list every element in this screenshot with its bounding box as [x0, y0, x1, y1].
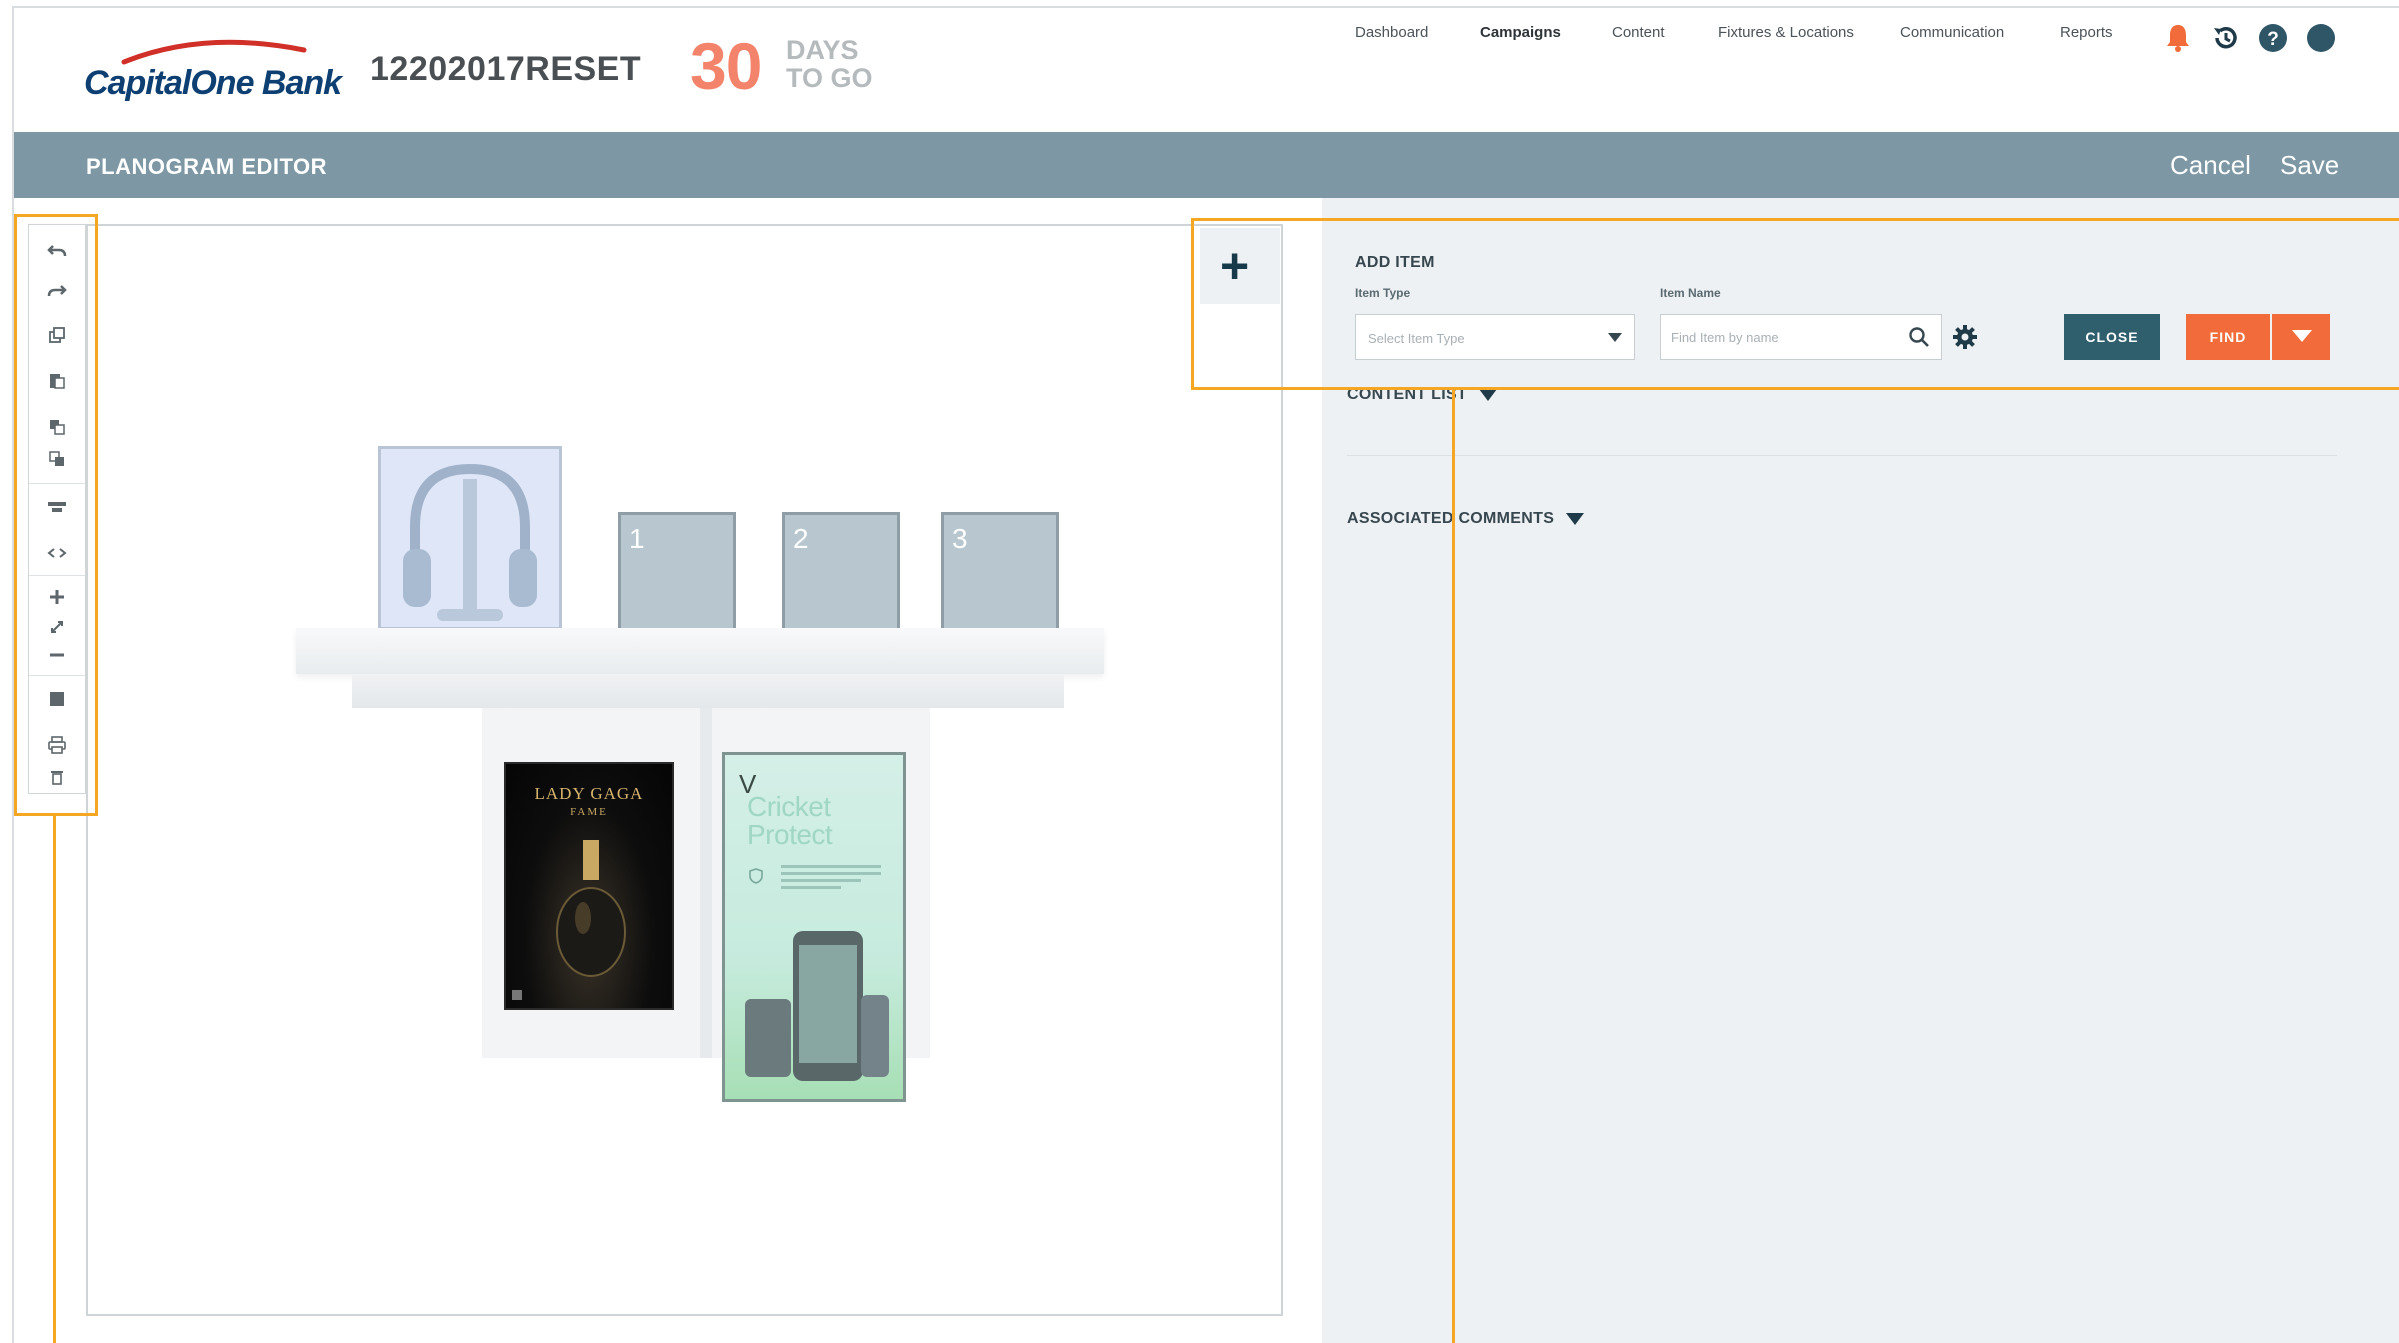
help-icon[interactable]: ?: [2257, 22, 2289, 54]
content-list-toggle[interactable]: CONTENT LIST: [1347, 386, 1498, 404]
grid-icon[interactable]: [41, 685, 73, 713]
editor-title: PLANOGRAM EDITOR: [86, 154, 328, 179]
plus-icon[interactable]: +: [1220, 241, 1249, 291]
nav-dashboard[interactable]: Dashboard: [1355, 24, 1428, 41]
add-item-tab[interactable]: +: [1200, 228, 1280, 304]
find-options-dropdown[interactable]: [2272, 314, 2330, 360]
product-slot[interactable]: 2: [782, 512, 900, 632]
item-name-input[interactable]: [1671, 325, 1891, 349]
campaign-name: 12202017RESET: [370, 50, 642, 88]
shelf-top: [296, 628, 1104, 674]
zoom-out-icon[interactable]: [41, 641, 73, 669]
nav-fixtures-locations[interactable]: Fixtures & Locations: [1718, 24, 1854, 41]
poster-title-line1: Cricket: [747, 791, 831, 822]
search-icon[interactable]: [1907, 325, 1931, 349]
days-label-line2: TO GO: [786, 63, 873, 93]
item-name-label: Item Name: [1660, 286, 1721, 300]
paste-icon[interactable]: [41, 367, 73, 395]
chevron-down-icon: [2292, 330, 2312, 342]
poster-body-text: [781, 865, 881, 893]
svg-text:?: ?: [2267, 29, 2279, 50]
associated-comments-toggle[interactable]: ASSOCIATED COMMENTS: [1347, 510, 1585, 528]
find-button[interactable]: FIND: [2186, 314, 2270, 360]
redo-icon[interactable]: [41, 277, 73, 305]
item-type-select[interactable]: Select Item Type: [1355, 314, 1635, 360]
slot-number: 3: [952, 523, 968, 554]
nav-content[interactable]: Content: [1612, 24, 1665, 41]
headphone-icon: [403, 463, 537, 621]
add-item-heading: ADD ITEM: [1355, 254, 1435, 271]
slot-number: 1: [629, 523, 645, 554]
align-icon[interactable]: [41, 493, 73, 521]
nav-reports[interactable]: Reports: [2060, 24, 2113, 41]
poster-title-line2: Protect: [747, 819, 833, 850]
caret-down-icon: [1479, 388, 1498, 401]
logo-swoosh-icon: [121, 39, 307, 65]
delete-icon[interactable]: [41, 763, 73, 791]
item-type-label: Item Type: [1355, 286, 1411, 300]
toolbar-divider: [29, 675, 85, 676]
days-remaining-number: 30: [690, 29, 762, 103]
copy-icon[interactable]: [41, 321, 73, 349]
item-name-search: [1660, 314, 1942, 360]
shield-icon: [749, 868, 763, 884]
headphone-product[interactable]: [378, 446, 562, 630]
print-icon[interactable]: [41, 731, 73, 759]
section-divider: [1347, 455, 2337, 456]
days-label-line1: DAYS: [786, 35, 859, 65]
send-backward-icon[interactable]: [41, 445, 73, 473]
stand-divider: [700, 708, 712, 1058]
cancel-button[interactable]: Cancel: [2170, 150, 2251, 181]
bring-forward-icon[interactable]: [41, 413, 73, 441]
product-slot[interactable]: 1: [618, 512, 736, 632]
gear-icon[interactable]: [1952, 324, 1978, 350]
side-panel: [1322, 198, 2399, 1343]
nav-communication[interactable]: Communication: [1900, 24, 2004, 41]
perfume-bottle-icon: [556, 840, 626, 977]
save-button[interactable]: Save: [2280, 150, 2339, 181]
fit-icon[interactable]: [41, 613, 73, 641]
chevron-down-icon: [1608, 333, 1622, 342]
undo-icon[interactable]: [41, 237, 73, 265]
bell-icon[interactable]: [2162, 22, 2194, 54]
close-button[interactable]: CLOSE: [2064, 314, 2160, 360]
slot-number: 2: [793, 523, 809, 554]
capital-one-logo[interactable]: CapitalOne Bank: [84, 36, 364, 116]
poster-title: Cricket Protect: [747, 791, 833, 850]
logo-text: CapitalOne Bank: [84, 64, 342, 102]
poster-lady-gaga[interactable]: LADY GAGA FAME: [504, 762, 674, 1010]
flip-icon[interactable]: [41, 539, 73, 567]
poster-title: LADY GAGA: [534, 784, 644, 803]
phone-icon: [745, 931, 889, 1081]
zoom-in-icon[interactable]: [41, 583, 73, 611]
poster-subtitle: FAME: [570, 806, 608, 818]
toolbar-divider: [29, 483, 85, 484]
product-slot[interactable]: 3: [941, 512, 1059, 632]
editor-toolbar: [28, 224, 86, 794]
user-avatar-icon[interactable]: [2305, 22, 2337, 54]
history-icon[interactable]: [2210, 22, 2242, 54]
days-remaining-label: DAYS TO GO: [786, 36, 873, 92]
content-list-heading: CONTENT LIST: [1347, 386, 1468, 403]
poster-cricket-protect[interactable]: V Cricket Protect: [722, 752, 906, 1102]
toolbar-divider: [29, 575, 85, 576]
planogram-editor-bar: PLANOGRAM EDITOR Cancel Save: [14, 132, 2399, 198]
item-type-placeholder: Select Item Type: [1368, 331, 1465, 346]
shelf-underside: [352, 674, 1064, 708]
caret-down-icon: [1566, 512, 1585, 525]
poster-badge: [512, 990, 522, 1000]
associated-comments-heading: ASSOCIATED COMMENTS: [1347, 510, 1555, 527]
nav-campaigns[interactable]: Campaigns: [1480, 24, 1561, 41]
